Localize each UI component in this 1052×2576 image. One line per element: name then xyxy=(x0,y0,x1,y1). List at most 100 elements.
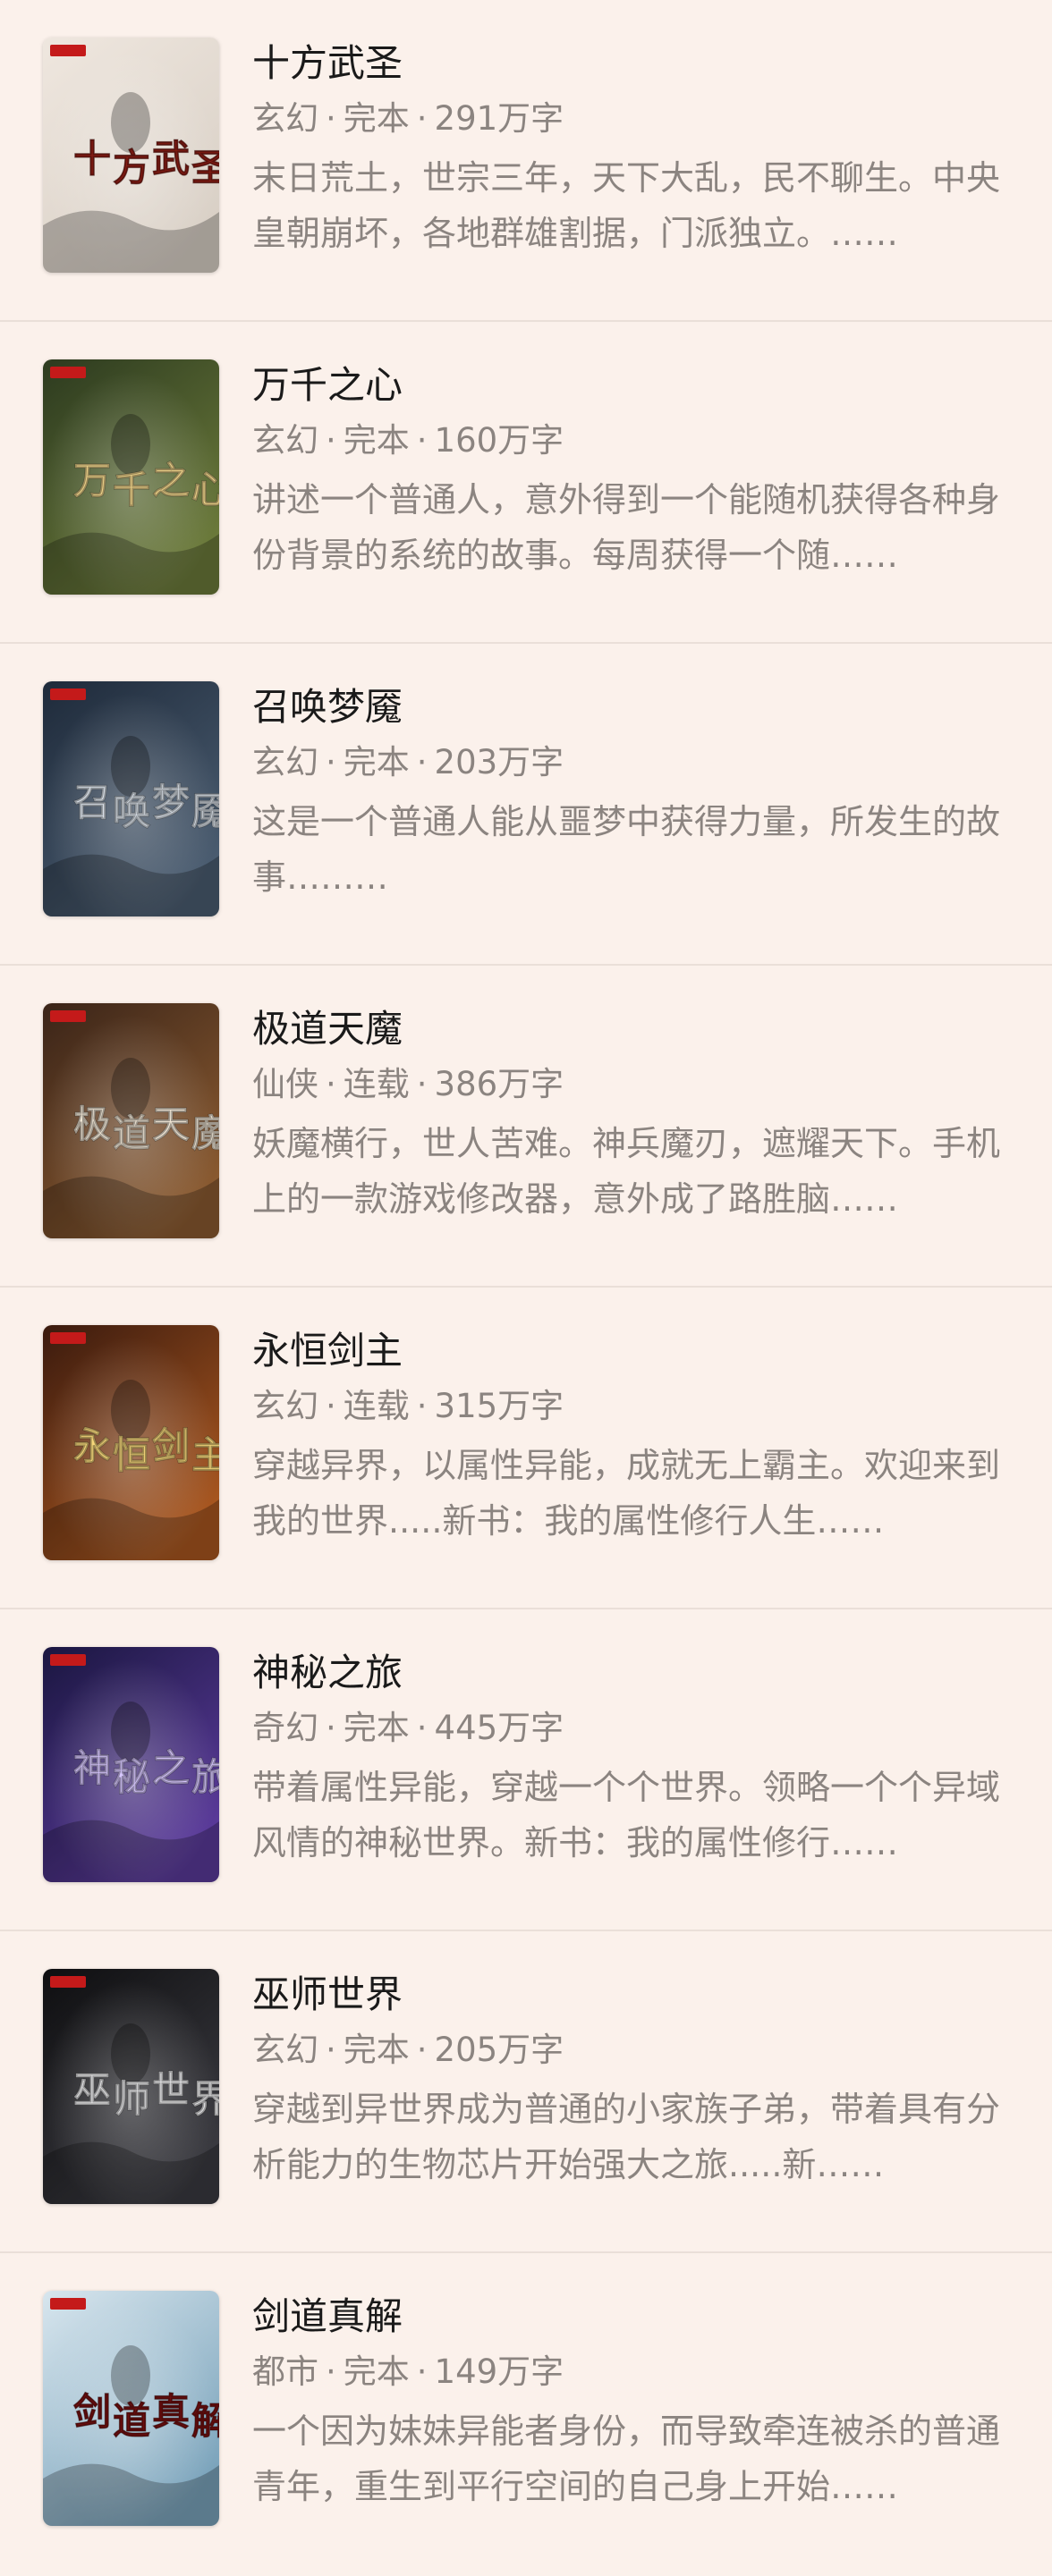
book-title[interactable]: 神秘之旅 xyxy=(252,1647,1013,1699)
book-status: 完本 xyxy=(343,2031,410,2069)
svg-text:旅: 旅 xyxy=(191,1755,219,1799)
svg-text:召: 召 xyxy=(73,781,111,824)
book-status: 完本 xyxy=(343,2352,410,2391)
meta-separator: · xyxy=(326,743,336,781)
book-word-count: 386万字 xyxy=(434,1065,564,1103)
svg-text:千: 千 xyxy=(113,468,150,511)
svg-text:真: 真 xyxy=(152,2390,190,2434)
svg-text:道: 道 xyxy=(113,2399,150,2443)
svg-text:唤: 唤 xyxy=(113,790,150,833)
book-cover-image[interactable]: 神秘之旅 xyxy=(43,1647,219,1882)
book-cover-image[interactable]: 召唤梦魇 xyxy=(43,681,219,916)
svg-text:巫: 巫 xyxy=(73,2068,111,2112)
book-description: 带着属性异能，穿越一个个世界。领略一个个异域风情的神秘世界。新书：我的属性修行…… xyxy=(252,1768,1001,1862)
meta-separator: · xyxy=(416,743,428,781)
book-meta: 玄幻 · 完本 · 291万字 xyxy=(252,95,1013,143)
svg-text:梦: 梦 xyxy=(152,781,190,824)
book-description: 一个因为妹妹异能者身份，而导致牵连被杀的普通青年，重生到平行空间的自己身上开始…… xyxy=(252,2411,1001,2506)
book-status: 完本 xyxy=(343,743,410,781)
book-list-item[interactable]: 万千之心 万千之心 玄幻 · 完本 · 160万字 讲述一个普通人，意外得到一个能随机获得各… xyxy=(0,322,1052,644)
book-info: 剑道真解 都市 · 完本 · 149万字 一个因为妹妹异能者身份，而导致牵连被杀的普通青年，… xyxy=(252,2291,1013,2514)
book-title[interactable]: 巫师世界 xyxy=(252,1969,1013,2021)
book-cover-image[interactable]: 剑道真解 xyxy=(43,2291,219,2526)
book-word-count: 291万字 xyxy=(434,99,564,138)
svg-text:剑: 剑 xyxy=(73,2390,111,2434)
book-description: 这是一个普通人能从噩梦中获得力量，所发生的故事……… xyxy=(252,802,1001,897)
book-title[interactable]: 十方武圣 xyxy=(252,38,1013,89)
book-genre: 玄幻 xyxy=(252,2031,318,2069)
meta-separator: · xyxy=(326,2031,336,2069)
book-description: 末日荒土，世宗三年，天下大乱，民不聊生。中央皇朝崩坏，各地群雄割据，门派独立。…… xyxy=(252,158,1001,253)
svg-text:十: 十 xyxy=(73,137,111,181)
book-list-item[interactable]: 神秘之旅 神秘之旅 奇幻 · 完本 · 445万字 带着属性异能，穿越一个个世界。领略一个个… xyxy=(0,1609,1052,1931)
book-genre: 玄幻 xyxy=(252,99,318,138)
book-genre: 玄幻 xyxy=(252,743,318,781)
book-cover-image[interactable]: 十方武圣 xyxy=(43,38,219,273)
meta-separator: · xyxy=(326,99,336,138)
meta-separator: · xyxy=(326,421,336,460)
meta-separator: · xyxy=(326,2352,336,2391)
meta-separator: · xyxy=(416,2352,428,2391)
book-info: 永恒剑主玄幻 · 连载 · 315万字穿越异界，以属性异能，成就无上霸主。欢迎来到我的世… xyxy=(252,1325,1013,1549)
book-description: 穿越异界，以属性异能，成就无上霸主。欢迎来到我的世界.....新书：我的属性修行… xyxy=(252,1446,1001,1541)
svg-text:剑: 剑 xyxy=(152,1424,190,1468)
book-list-item[interactable]: 极道天魔 极道天魔 仙侠 · 连载 · 386万字 妖魔横行，世人苦难。神兵魔刃，遮耀天下。… xyxy=(0,966,1052,1288)
book-info: 召唤梦魇 玄幻 · 完本 · 203万字 这是一个普通人能从噩梦中获得力量，所发生的故事……… xyxy=(252,681,1013,905)
book-description: 妖魔横行，世人苦难。神兵魔刃，遮耀天下。手机上的一款游戏修改器，意外成了路胜脑…… xyxy=(252,1124,1001,1219)
svg-text:解: 解 xyxy=(191,2399,219,2443)
book-cover-image[interactable]: 巫师世界 xyxy=(43,1969,219,2204)
book-list-item[interactable]: 召唤梦魇 召唤梦魇 玄幻 · 完本 · 203万字 这是一个普通人能从噩梦中获得力量，所发生… xyxy=(0,644,1052,966)
book-status: 完本 xyxy=(343,421,410,460)
book-cover-image[interactable]: 万千之心 xyxy=(43,359,219,595)
meta-separator: · xyxy=(326,1709,336,1747)
svg-text:万: 万 xyxy=(73,459,111,503)
svg-text:方: 方 xyxy=(113,146,150,190)
meta-separator: · xyxy=(416,1065,428,1103)
book-genre: 奇幻 xyxy=(252,1709,318,1747)
svg-text:永: 永 xyxy=(73,1424,111,1468)
svg-text:界: 界 xyxy=(191,2077,219,2121)
book-title[interactable]: 永恒剑主 xyxy=(252,1325,1013,1377)
svg-text:心: 心 xyxy=(191,468,219,511)
book-word-count: 445万字 xyxy=(434,1709,564,1747)
svg-text:圣: 圣 xyxy=(191,146,219,190)
meta-separator: · xyxy=(326,1065,336,1103)
book-meta: 仙侠 · 连载 · 386万字 xyxy=(252,1060,1013,1109)
meta-separator: · xyxy=(416,1387,428,1425)
book-meta: 玄幻 · 连载 · 315万字 xyxy=(252,1382,1013,1431)
book-title[interactable]: 剑道真解 xyxy=(252,2291,1013,2343)
book-list-item[interactable]: 巫师世界 巫师世界 玄幻 · 完本 · 205万字 穿越到异世界成为普通的小家族子弟，带着具… xyxy=(0,1931,1052,2253)
svg-text:魇: 魇 xyxy=(191,790,219,833)
svg-text:世: 世 xyxy=(152,2068,190,2112)
book-word-count: 315万字 xyxy=(434,1387,564,1425)
book-cover-image[interactable]: 永恒剑主 xyxy=(43,1325,219,1560)
meta-separator: · xyxy=(326,1387,336,1425)
book-title[interactable]: 万千之心 xyxy=(252,359,1013,411)
book-meta: 玄幻 · 完本 · 203万字 xyxy=(252,739,1013,787)
svg-text:魔: 魔 xyxy=(191,1111,219,1155)
book-status: 连载 xyxy=(343,1065,410,1103)
book-title[interactable]: 极道天魔 xyxy=(252,1003,1013,1055)
book-meta: 玄幻 · 完本 · 160万字 xyxy=(252,417,1013,465)
book-meta: 玄幻 · 完本 · 205万字 xyxy=(252,2026,1013,2074)
book-list-item[interactable]: 剑道真解 剑道真解 都市 · 完本 · 149万字 一个因为妹妹异能者身份，而导致牵连被杀的… xyxy=(0,2253,1052,2575)
book-word-count: 149万字 xyxy=(434,2352,564,2391)
book-genre: 都市 xyxy=(252,2352,318,2391)
svg-text:武: 武 xyxy=(152,137,190,181)
book-genre: 仙侠 xyxy=(252,1065,318,1103)
book-info: 神秘之旅 奇幻 · 完本 · 445万字 带着属性异能，穿越一个个世界。领略一个个异域风情的… xyxy=(252,1647,1013,1871)
book-list-item[interactable]: 永恒剑主 永恒剑主 玄幻 · 连载 · 315万字 穿越异界，以属性异能，成就无上霸主。欢迎… xyxy=(0,1288,1052,1609)
meta-separator: · xyxy=(416,1709,428,1747)
svg-text:之: 之 xyxy=(152,1746,190,1790)
book-word-count: 203万字 xyxy=(434,743,564,781)
svg-text:恒: 恒 xyxy=(113,1433,150,1477)
book-status: 完本 xyxy=(343,1709,410,1747)
book-list-item[interactable]: 十方武圣 十方武圣 玄幻 · 完本 · 291万字 末日荒土，世宗三年，天下大乱，民不聊生。… xyxy=(0,0,1052,322)
book-status: 连载 xyxy=(343,1387,410,1425)
book-genre: 玄幻 xyxy=(252,421,318,460)
book-meta: 都市 · 完本 · 149万字 xyxy=(252,2348,1013,2396)
book-cover-image[interactable]: 极道天魔 xyxy=(43,1003,219,1238)
svg-text:天: 天 xyxy=(152,1102,190,1146)
book-title[interactable]: 召唤梦魇 xyxy=(252,681,1013,733)
meta-separator: · xyxy=(416,2031,428,2069)
